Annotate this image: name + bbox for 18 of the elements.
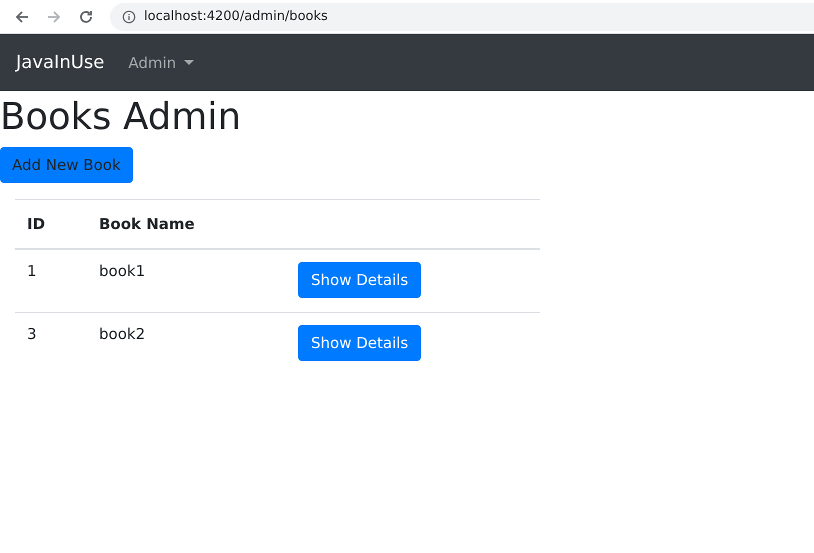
admin-dropdown[interactable]: Admin	[128, 54, 194, 72]
back-arrow-icon[interactable]	[14, 8, 30, 24]
column-header: ID	[15, 200, 87, 250]
column-header: Book Name	[87, 200, 286, 250]
caret-icon	[184, 60, 194, 65]
brand-link[interactable]: JavaInUse	[16, 52, 104, 73]
page-title: Books Admin	[0, 95, 242, 140]
table-cell: 3	[15, 312, 87, 376]
address-bar[interactable]: localhost:4200/admin/books	[110, 2, 814, 30]
table-cell: book1	[87, 249, 286, 313]
table-cell: book2	[87, 312, 286, 376]
show-details-button[interactable]: Show Details	[298, 262, 422, 298]
add-book-button[interactable]: Add New Book	[0, 147, 133, 184]
url-text: localhost:4200/admin/books	[144, 9, 328, 24]
info-icon	[122, 10, 136, 24]
table-cell: 1	[15, 249, 87, 313]
reload-icon[interactable]	[78, 8, 94, 24]
show-details-button[interactable]: Show Details	[298, 325, 422, 362]
